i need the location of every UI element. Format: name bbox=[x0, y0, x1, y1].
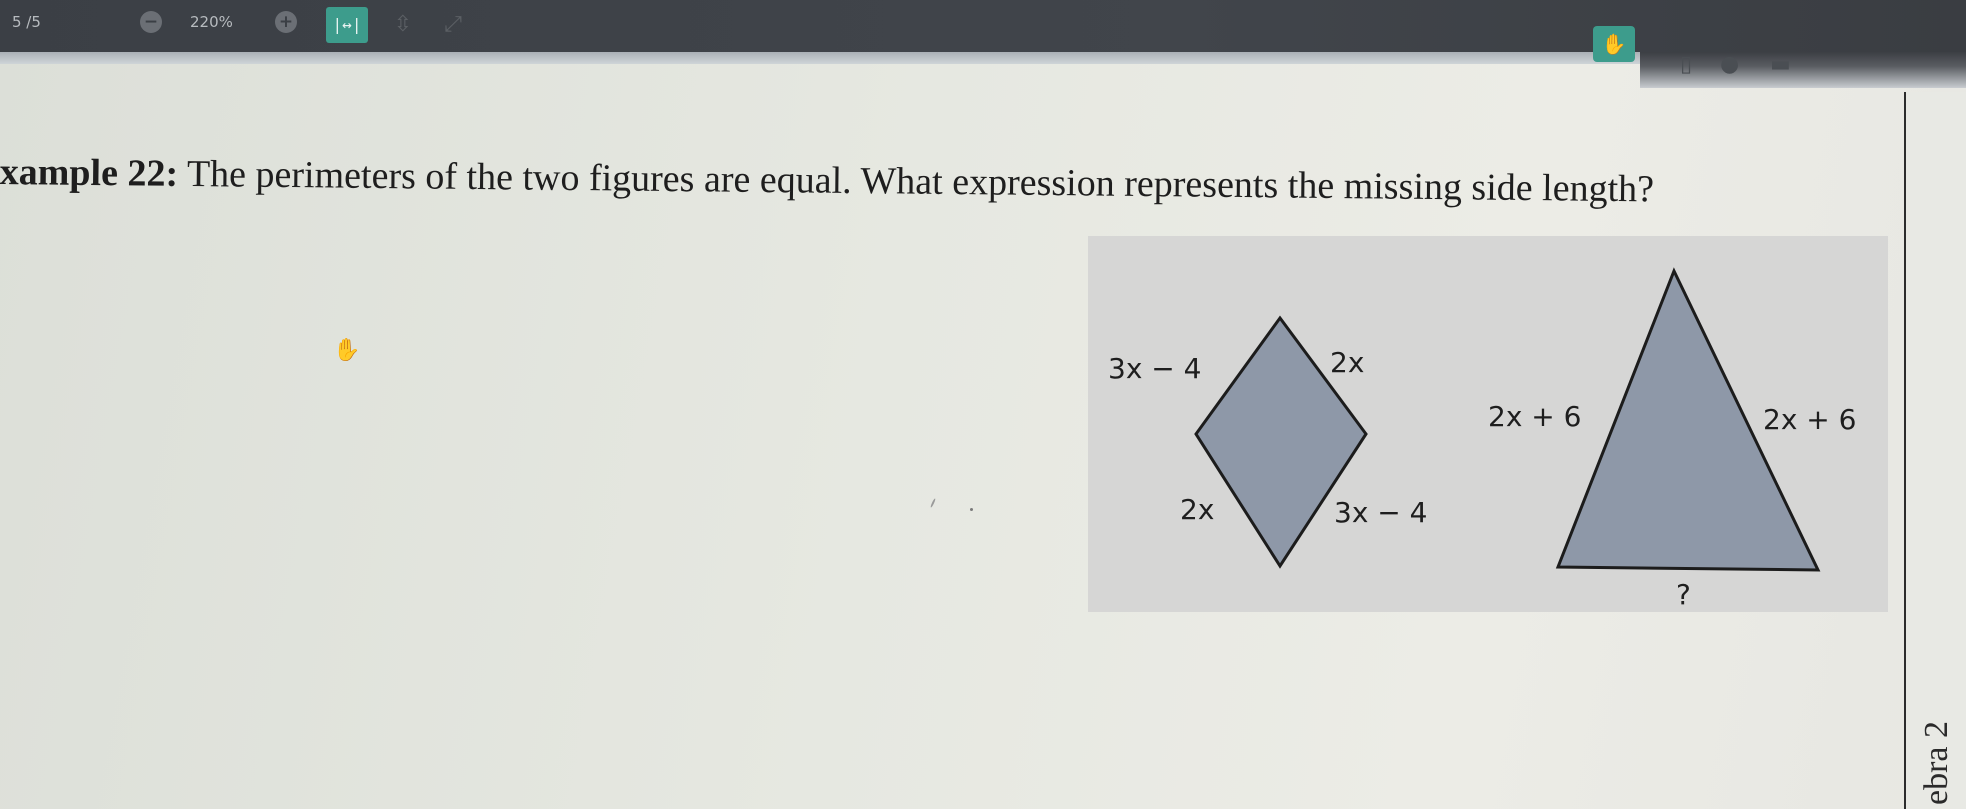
zoom-out-button[interactable]: − bbox=[140, 11, 162, 33]
zoom-level[interactable]: 220% bbox=[190, 13, 233, 31]
triangle-base-label: ? bbox=[1676, 578, 1691, 611]
figure-panel: 3x − 4 2x 2x 3x − 4 2x + 6 2x + 6 ? bbox=[1088, 236, 1888, 612]
adjacent-page-text: ebra 2 bbox=[1918, 720, 1955, 805]
triangle-left-label: 2x + 6 bbox=[1488, 400, 1582, 433]
toolbar-dim-icon: ▯ bbox=[1680, 52, 1693, 77]
example-label: xample 22: bbox=[0, 150, 179, 195]
hand-tool-button[interactable]: ✋ bbox=[1593, 26, 1635, 62]
adjacent-page-strip bbox=[1906, 92, 1966, 809]
toolbar-dim-icon: ● bbox=[1720, 52, 1740, 77]
fit-page-button[interactable]: ⇳ bbox=[388, 10, 418, 40]
minus-icon: − bbox=[143, 12, 159, 32]
plus-icon: + bbox=[278, 12, 294, 32]
zoom-in-button[interactable]: + bbox=[275, 11, 297, 33]
hand-icon: ✋ bbox=[1601, 32, 1627, 56]
toolbar-right-region: ▯ ● ▬ bbox=[1640, 52, 1966, 88]
question-body: The perimeters of the two figures are eq… bbox=[177, 152, 1655, 211]
fit-width-button[interactable]: |↔| bbox=[326, 7, 368, 43]
rhombus-top-left-label: 3x − 4 bbox=[1108, 352, 1202, 385]
rhombus-bottom-left-label: 2x bbox=[1180, 493, 1215, 526]
rhombus-bottom-right-label: 3x − 4 bbox=[1334, 496, 1428, 529]
fit-width-icon: |↔| bbox=[332, 15, 362, 34]
fullscreen-button[interactable]: ⤢ bbox=[438, 10, 468, 40]
toolbar-dim-icon: ▬ bbox=[1770, 52, 1791, 77]
fullscreen-icon: ⤢ bbox=[444, 12, 462, 37]
rhombus-top-right-label: 2x bbox=[1330, 346, 1365, 379]
page-indicator: 5 /5 bbox=[12, 13, 41, 31]
page-divider bbox=[1904, 92, 1906, 809]
viewer-toolbar: 5 /5 − 220% + |↔| ⇳ ⤢ bbox=[0, 0, 1966, 52]
question-text: xample 22: The perimeters of the two fig… bbox=[0, 150, 1900, 214]
grab-cursor-icon: ✋ bbox=[333, 338, 361, 363]
fit-page-icon: ⇳ bbox=[393, 12, 413, 37]
stray-mark bbox=[929, 498, 937, 508]
stray-mark bbox=[970, 508, 973, 511]
triangle-right-label: 2x + 6 bbox=[1763, 403, 1857, 436]
